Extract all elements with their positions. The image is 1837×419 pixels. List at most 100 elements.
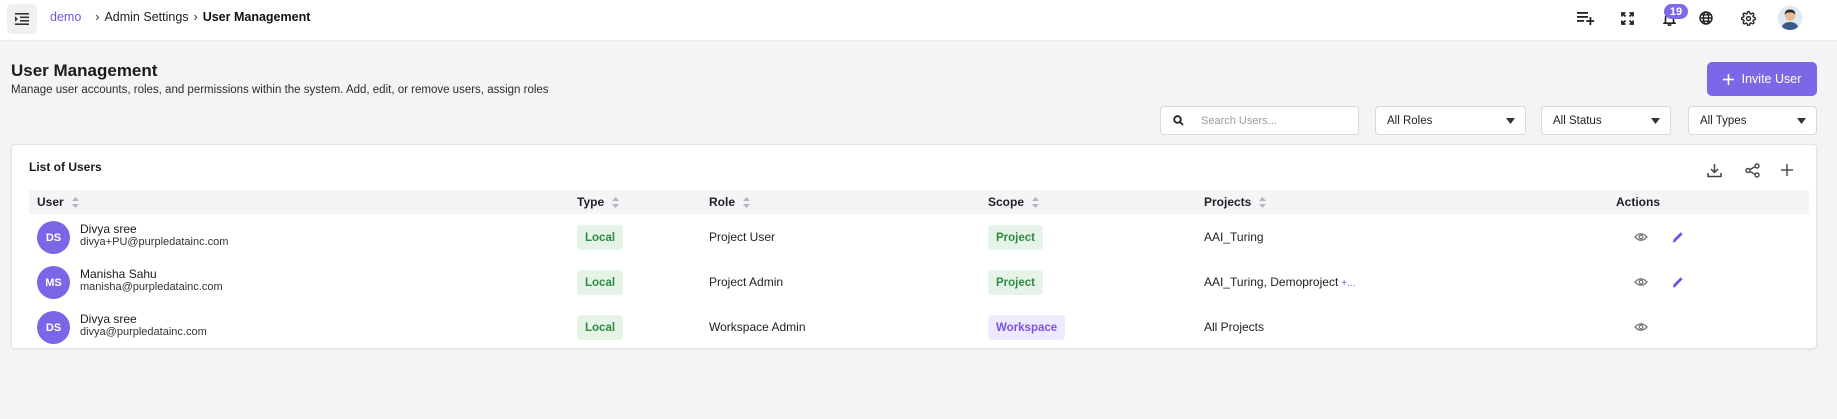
search-box <box>1160 106 1359 135</box>
download-button[interactable] <box>1703 159 1725 181</box>
type-badge: Local <box>577 315 624 340</box>
scope-badge: Project <box>988 270 1043 295</box>
view-user-button[interactable] <box>1632 318 1650 336</box>
page-subtitle: Manage user accounts, roles, and permiss… <box>11 84 549 96</box>
column-header-role[interactable]: Role <box>709 195 751 209</box>
user-initials-avatar: DS <box>37 311 70 344</box>
table-row: DS Divya sree divya@purpledatainc.com Lo… <box>29 304 1809 349</box>
pencil-icon <box>1672 277 1683 288</box>
roles-filter-value: All Roles <box>1387 114 1433 127</box>
projects-text: All Projects <box>1204 320 1265 334</box>
sort-icon <box>1032 196 1040 208</box>
invite-user-button[interactable]: Invite User <box>1707 62 1817 96</box>
column-header-type[interactable]: Type <box>577 195 620 209</box>
gear-icon <box>1740 10 1756 26</box>
edit-user-button[interactable] <box>1669 228 1687 246</box>
eye-icon <box>1634 323 1648 331</box>
view-user-button[interactable] <box>1632 228 1650 246</box>
search-input[interactable] <box>1201 113 1351 129</box>
user-avatar[interactable] <box>1778 6 1802 30</box>
page-title: User Management <box>11 61 158 80</box>
user-initials-avatar: MS <box>37 266 70 299</box>
column-header-projects[interactable]: Projects <box>1204 195 1267 209</box>
type-badge: Local <box>577 225 624 250</box>
language-button[interactable] <box>1694 7 1718 29</box>
top-bar: demo › Admin Settings › User Management … <box>0 0 1837 41</box>
globe-icon <box>1699 11 1713 25</box>
search-icon <box>1173 115 1184 126</box>
eye-icon <box>1634 278 1648 286</box>
menu-collapse-icon <box>15 13 29 25</box>
column-header-actions: Actions <box>1616 195 1660 209</box>
sort-icon <box>743 196 751 208</box>
view-user-button[interactable] <box>1632 273 1650 291</box>
edit-user-button[interactable] <box>1669 273 1687 291</box>
column-scope-label: Scope <box>988 195 1025 209</box>
share-icon <box>1744 162 1760 178</box>
download-icon <box>1706 163 1722 177</box>
status-filter-value: All Status <box>1553 114 1602 127</box>
column-header-scope[interactable]: Scope <box>988 195 1040 209</box>
user-projects: All Projects <box>1204 320 1264 334</box>
settings-button[interactable] <box>1736 7 1760 29</box>
chevron-down-icon <box>1651 118 1660 124</box>
sort-icon <box>612 196 620 208</box>
types-filter-select[interactable]: All Types <box>1688 106 1817 135</box>
user-name: Manisha Sahu <box>80 267 157 281</box>
column-projects-label: Projects <box>1204 195 1252 209</box>
user-role: Workspace Admin <box>709 320 806 334</box>
table-row: MS Manisha Sahu manisha@purpledatainc.co… <box>29 259 1809 304</box>
user-role: Project Admin <box>709 275 784 289</box>
fullscreen-icon <box>1620 11 1634 25</box>
breadcrumb-admin-settings[interactable]: Admin Settings <box>104 10 188 24</box>
sort-icon <box>71 196 79 208</box>
types-filter-value: All Types <box>1700 114 1747 127</box>
share-button[interactable] <box>1741 159 1763 181</box>
breadcrumb: demo › Admin Settings › User Management <box>50 10 310 24</box>
playlist-add-icon <box>1576 11 1594 25</box>
menu-collapse-button[interactable] <box>7 4 37 34</box>
user-name: Divya sree <box>80 222 137 236</box>
user-email: divya+PU@purpledatainc.com <box>80 236 229 248</box>
table-row: DS Divya sree divya+PU@purpledatainc.com… <box>29 214 1809 259</box>
scope-badge: Project <box>988 225 1043 250</box>
breadcrumb-separator: › <box>193 10 198 24</box>
user-projects: AAI_Turing, Demoproject +... <box>1204 275 1355 289</box>
add-button[interactable] <box>1776 159 1798 181</box>
scope-badge: Workspace <box>988 315 1066 340</box>
column-actions-label: Actions <box>1616 195 1661 209</box>
playlist-add-button[interactable] <box>1573 7 1597 29</box>
status-filter-select[interactable]: All Status <box>1541 106 1671 135</box>
column-user-label: User <box>37 195 64 209</box>
users-table-card: List of Users User Type Role Scope Proje… <box>11 144 1817 349</box>
projects-text: AAI_Turing, Demoproject <box>1204 275 1339 289</box>
projects-text: AAI_Turing <box>1204 230 1264 244</box>
column-type-label: Type <box>577 195 605 209</box>
table-header: User Type Role Scope Projects Actions <box>29 190 1809 214</box>
pencil-icon <box>1672 232 1683 243</box>
user-name: Divya sree <box>80 312 137 326</box>
column-role-label: Role <box>709 195 736 209</box>
type-badge: Local <box>577 270 624 295</box>
breadcrumb-current: User Management <box>202 10 311 24</box>
notification-count-badge: 19 <box>1664 4 1688 19</box>
breadcrumb-demo[interactable]: demo <box>50 10 81 24</box>
user-email: manisha@purpledatainc.com <box>80 281 223 293</box>
sort-icon <box>1259 196 1267 208</box>
avatar-image <box>1778 6 1802 30</box>
plus-icon <box>1722 73 1734 85</box>
more-projects-link[interactable]: +... <box>1341 278 1355 289</box>
table-title: List of Users <box>29 160 102 174</box>
roles-filter-select[interactable]: All Roles <box>1375 106 1526 135</box>
column-header-user[interactable]: User <box>37 195 79 209</box>
invite-user-label: Invite User <box>1741 72 1802 86</box>
user-projects: AAI_Turing <box>1204 230 1264 244</box>
fullscreen-button[interactable] <box>1615 7 1639 29</box>
eye-icon <box>1634 233 1648 241</box>
user-email: divya@purpledatainc.com <box>80 326 207 338</box>
user-role: Project User <box>709 230 776 244</box>
user-initials-avatar: DS <box>37 221 70 254</box>
chevron-down-icon <box>1797 118 1806 124</box>
plus-icon <box>1781 164 1793 176</box>
chevron-down-icon <box>1506 118 1515 124</box>
